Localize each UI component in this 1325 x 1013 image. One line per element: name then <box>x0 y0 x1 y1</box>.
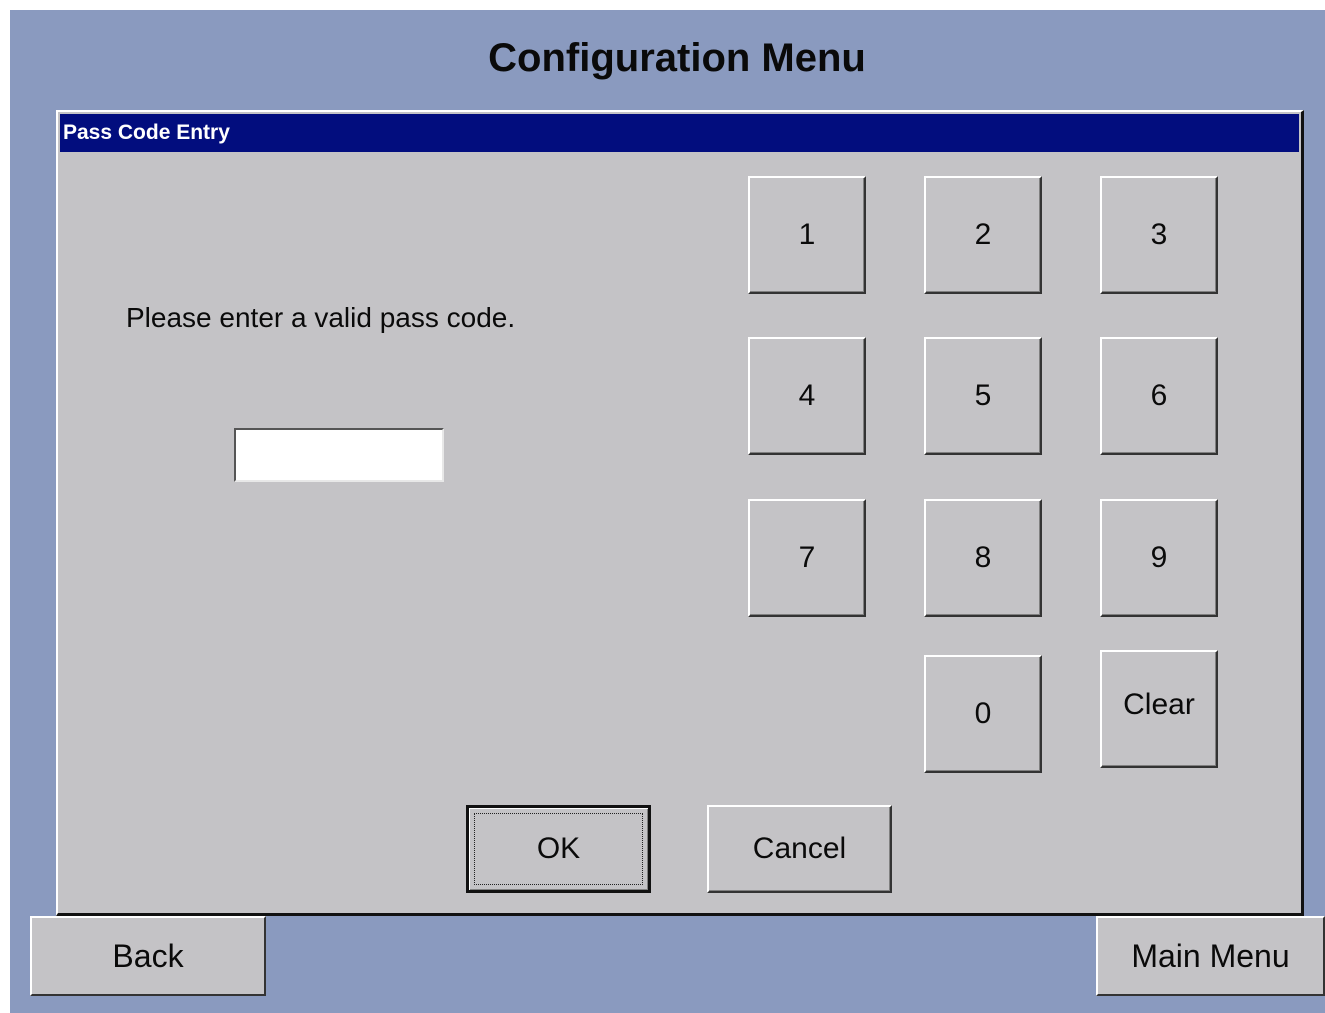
keypad-8-button[interactable]: 8 <box>924 499 1042 617</box>
keypad-0-button[interactable]: 0 <box>924 655 1042 773</box>
back-button[interactable]: Back <box>30 916 266 996</box>
ok-button[interactable]: OK <box>466 805 651 893</box>
keypad-6-button[interactable]: 6 <box>1100 337 1218 455</box>
keypad-1-button[interactable]: 1 <box>748 176 866 294</box>
keypad-2-button[interactable]: 2 <box>924 176 1042 294</box>
screen-background: Configuration Menu Pass Code Entry Pleas… <box>10 10 1325 1013</box>
keypad-3-button[interactable]: 3 <box>1100 176 1218 294</box>
passcode-prompt: Please enter a valid pass code. <box>126 302 516 333</box>
cancel-button[interactable]: Cancel <box>707 805 892 893</box>
passcode-input[interactable] <box>234 428 444 482</box>
keypad-4-button[interactable]: 4 <box>748 337 866 455</box>
keypad-5-button[interactable]: 5 <box>924 337 1042 455</box>
keypad-7-button[interactable]: 7 <box>748 499 866 617</box>
dialog-title-bar: Pass Code Entry <box>60 114 1299 152</box>
keypad-clear-button[interactable]: Clear <box>1100 650 1218 768</box>
keypad-9-button[interactable]: 9 <box>1100 499 1218 617</box>
ok-button-label: OK <box>536 832 581 865</box>
pass-code-dialog: Pass Code Entry Please enter a valid pas… <box>56 110 1304 916</box>
main-menu-button[interactable]: Main Menu <box>1096 916 1325 996</box>
screen-title: Configuration Menu <box>488 36 866 80</box>
